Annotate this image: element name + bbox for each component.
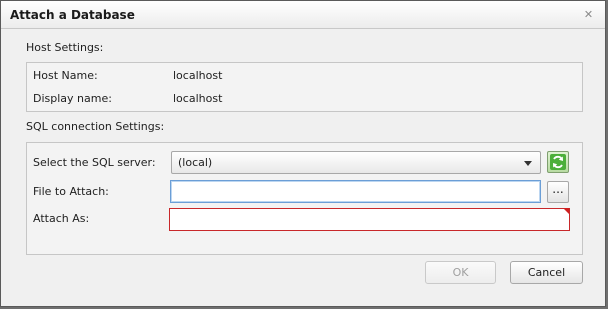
title-bar: Attach a Database ✕ — [1, 1, 605, 29]
host-settings-label: Host Settings: — [26, 41, 104, 54]
attach-database-dialog: Attach a Database ✕ Host Settings: Host … — [0, 0, 606, 307]
chevron-down-icon[interactable] — [524, 161, 532, 166]
attach-as-input[interactable] — [169, 208, 570, 231]
sql-server-select[interactable]: (local) — [171, 151, 541, 174]
host-name-value: localhost — [173, 69, 223, 82]
browse-button[interactable]: ... — [547, 181, 569, 203]
cancel-button[interactable]: Cancel — [510, 261, 583, 284]
display-name-value: localhost — [173, 92, 223, 105]
refresh-button[interactable] — [547, 151, 569, 173]
display-name-label: Display name: — [33, 92, 112, 105]
file-to-attach-input[interactable] — [170, 180, 541, 203]
dialog-title: Attach a Database — [10, 8, 135, 22]
sql-server-selected-value: (local) — [178, 156, 213, 169]
refresh-icon — [550, 154, 566, 170]
close-icon[interactable]: ✕ — [583, 9, 594, 20]
host-name-label: Host Name: — [33, 69, 98, 82]
sql-server-label: Select the SQL server: — [33, 156, 156, 169]
ok-button[interactable]: OK — [425, 261, 496, 284]
sql-settings-label: SQL connection Settings: — [26, 120, 165, 133]
attach-as-label: Attach As: — [33, 212, 90, 225]
file-to-attach-label: File to Attach: — [33, 185, 109, 198]
validation-error-indicator — [563, 208, 569, 214]
